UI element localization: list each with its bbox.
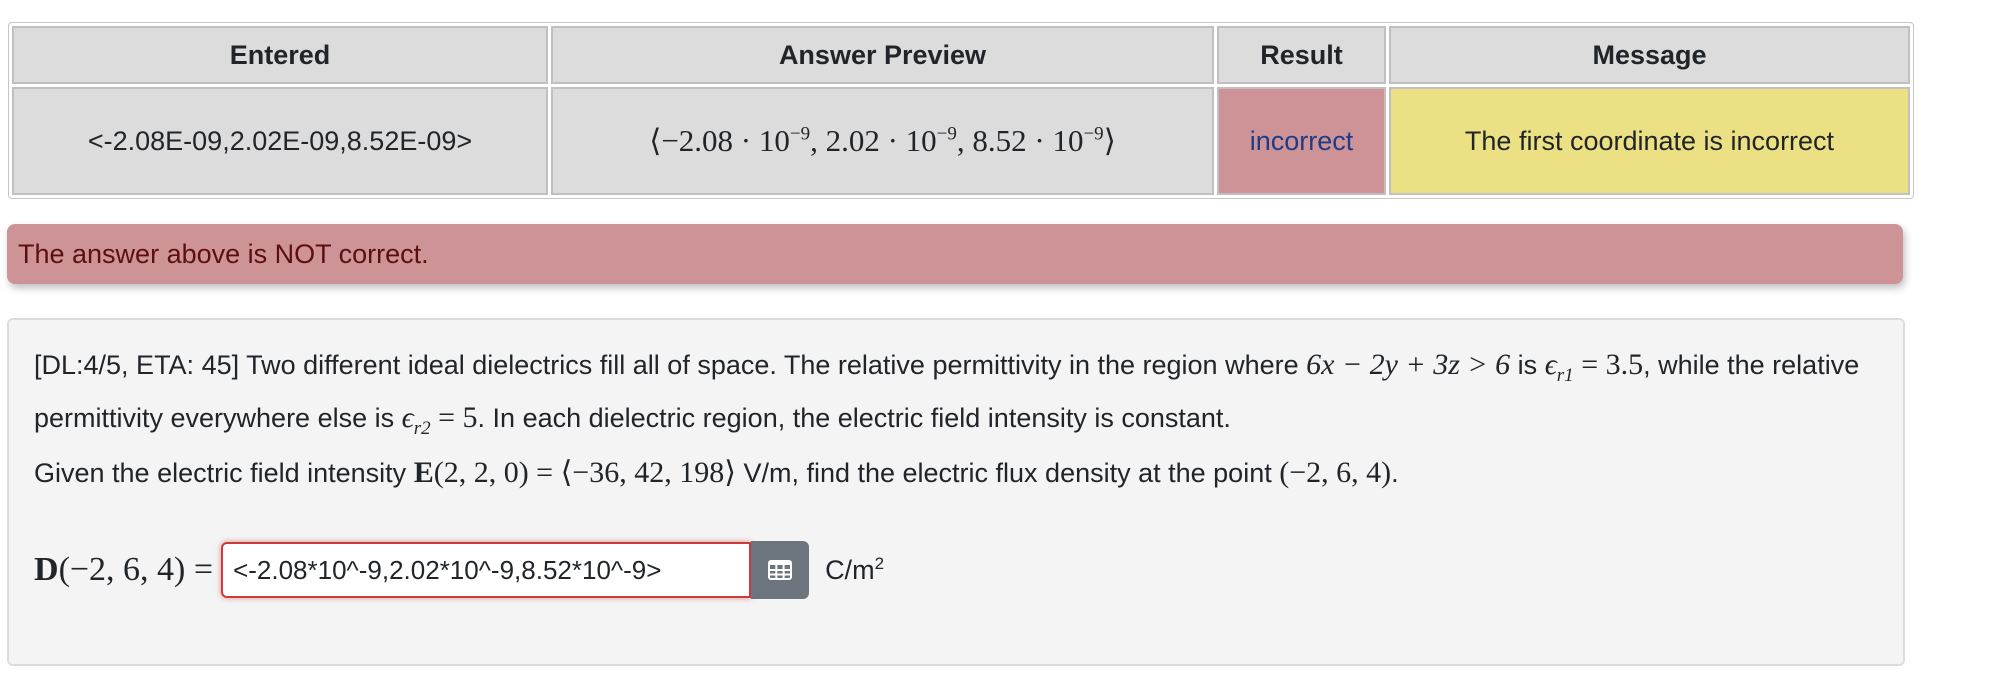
problem-question: Given the electric field intensity E(2, … [34, 452, 1884, 494]
statement-text-1: [DL:4/5, ETA: 45] Two different ideal di… [34, 350, 1307, 380]
results-table-container: Entered Answer Preview Result Message <-… [8, 22, 1914, 199]
units-exponent: 2 [874, 554, 885, 573]
d-field-label: D(−2, 6, 4) = [34, 551, 213, 589]
eps-symbol-2: ϵ [401, 401, 414, 434]
answer-input[interactable] [221, 542, 752, 598]
e-field-value: (2, 2, 0) = ⟨−36, 42, 198⟩ [433, 456, 736, 489]
preview-y-exp: −9 [936, 123, 957, 145]
message-cell: The first coordinate is incorrect [1389, 87, 1910, 195]
preview-y: 2.02 · 10 [825, 123, 937, 158]
eps-r1-sub: r1 [1556, 365, 1574, 386]
answer-row: D(−2, 6, 4) = C/m2 [34, 540, 884, 600]
question-text-3: . [1391, 458, 1399, 488]
eps-r1: ϵr1 = 3.5 [1544, 348, 1644, 386]
d-field-symbol: D [34, 551, 59, 588]
entered-cell: <-2.08E-09,2.02E-09,8.52E-09> [12, 87, 548, 195]
table-row: <-2.08E-09,2.02E-09,8.52E-09> ⟨−2.08 · 1… [12, 87, 1910, 195]
question-text-2: V/m, find the electric flux density at t… [735, 458, 1280, 488]
point-expression: (−2, 6, 4) [1279, 456, 1392, 489]
question-text-1: Given the electric field intensity [34, 458, 414, 488]
angle-close: ⟩ [1103, 123, 1116, 158]
problem-statement: [DL:4/5, ETA: 45] Two different ideal di… [34, 344, 1884, 450]
e-field-symbol: E [413, 456, 434, 489]
header-answer-preview: Answer Preview [551, 26, 1214, 84]
table-grid-icon [768, 560, 793, 580]
units-base: C/m [825, 555, 875, 585]
header-result: Result [1217, 26, 1386, 84]
results-table: Entered Answer Preview Result Message <-… [8, 22, 1914, 199]
preview-z-exp: −9 [1083, 123, 1104, 145]
preview-x-exp: −9 [789, 123, 811, 145]
preview-z: 8.52 · 10 [972, 123, 1084, 158]
problem-box: [DL:4/5, ETA: 45] Two different ideal di… [7, 318, 1905, 666]
results-header-row: Entered Answer Preview Result Message [12, 26, 1910, 84]
preview-x: −2.08 · 10 [661, 123, 790, 158]
region-inequality: 6x − 2y + 3z > 6 [1306, 348, 1511, 381]
header-message: Message [1389, 26, 1910, 84]
answer-preview-math: ⟨−2.08 · 10−9, 2.02 · 10−9, 8.52 · 10−9⟩ [649, 123, 1116, 158]
angle-open: ⟨ [649, 123, 662, 158]
result-cell: incorrect [1217, 87, 1386, 195]
statement-text-2: is [1510, 350, 1545, 380]
eps-r2-sub: r2 [413, 418, 431, 439]
eps-r1-value: = 3.5 [1573, 348, 1644, 381]
statement-text-4: . In each dielectric region, the electri… [477, 403, 1231, 433]
e-field-expression: E(2, 2, 0) = ⟨−36, 42, 198⟩ [414, 456, 736, 489]
answer-preview-cell: ⟨−2.08 · 10−9, 2.02 · 10−9, 8.52 · 10−9⟩ [551, 87, 1214, 195]
eps-r2-value: = 5 [430, 401, 478, 434]
eps-symbol-1: ϵ [1544, 348, 1557, 381]
incorrect-alert: The answer above is NOT correct. [7, 224, 1903, 284]
eps-r2: ϵr2 = 5 [401, 401, 478, 439]
equation-editor-button[interactable] [751, 541, 810, 599]
answer-units: C/m2 [825, 554, 884, 586]
d-field-args: (−2, 6, 4) = [58, 551, 214, 588]
header-entered: Entered [12, 26, 548, 84]
